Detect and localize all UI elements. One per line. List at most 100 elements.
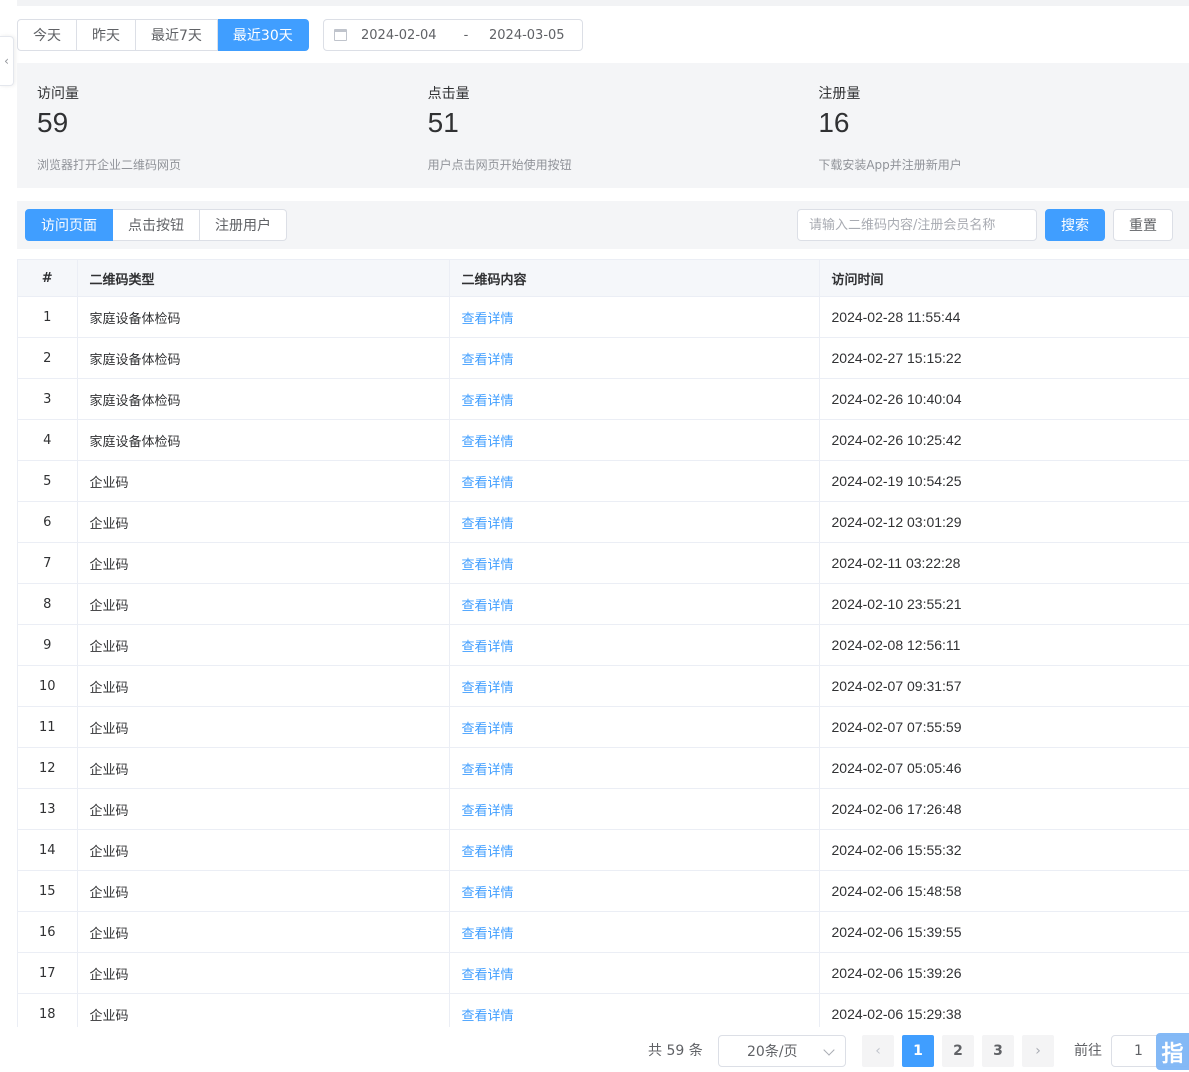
table-row: 18 企业码 查看详情 2024-02-06 15:29:38 [18,993,1189,1027]
cell-qr-type: 企业码 [77,829,450,871]
view-details-link[interactable]: 查看详情 [449,501,820,543]
cell-visit-time: 2024-02-06 15:29:38 [819,993,1189,1027]
table-row: 8 企业码 查看详情 2024-02-10 23:55:21 [18,583,1189,625]
cell-qr-type: 企业码 [77,542,450,584]
cell-qr-type: 企业码 [77,460,450,502]
cell-visit-time: 2024-02-27 15:15:22 [819,337,1189,379]
range-end-date[interactable]: 2024-03-05 [489,28,569,43]
cell-visit-time: 2024-02-06 15:39:55 [819,911,1189,953]
table-row: 9 企业码 查看详情 2024-02-08 12:56:11 [18,624,1189,666]
tab-registered-users[interactable]: 注册用户 [200,209,287,241]
cell-qr-type: 家庭设备体检码 [77,378,450,420]
range-start-date[interactable]: 2024-02-04 [361,28,451,43]
view-details-link[interactable]: 查看详情 [449,624,820,666]
tab-visit-page[interactable]: 访问页面 [25,209,113,241]
cell-visit-time: 2024-02-07 09:31:57 [819,665,1189,707]
view-details-link[interactable]: 查看详情 [449,665,820,707]
cell-qr-type: 企业码 [77,706,450,748]
cell-visit-time: 2024-02-08 12:56:11 [819,624,1189,666]
cell-visit-time: 2024-02-19 10:54:25 [819,460,1189,502]
table-row: 11 企业码 查看详情 2024-02-07 07:55:59 [18,706,1189,748]
table-row: 6 企业码 查看详情 2024-02-12 03:01:29 [18,501,1189,543]
table-row: 14 企业码 查看详情 2024-02-06 15:55:32 [18,829,1189,871]
prev-page-button[interactable]: ‹ [862,1035,894,1067]
view-details-link[interactable]: 查看详情 [449,337,820,379]
table-row: 2 家庭设备体检码 查看详情 2024-02-27 15:15:22 [18,337,1189,379]
cell-index: 16 [18,911,78,953]
chevron-down-icon [823,1044,835,1056]
cell-visit-time: 2024-02-26 10:40:04 [819,378,1189,420]
view-details-link[interactable]: 查看详情 [449,993,820,1027]
stat-description: 用户点击网页开始使用按钮 [427,158,572,172]
stat-registrations: 注册量 16 下载安装App并注册新用户 [798,63,1189,188]
cell-visit-time: 2024-02-06 15:48:58 [819,870,1189,912]
cell-index: 3 [18,378,78,420]
view-details-link[interactable]: 查看详情 [449,419,820,461]
chevron-left-icon: ‹ [4,54,9,68]
view-details-link[interactable]: 查看详情 [449,378,820,420]
cell-qr-type: 企业码 [77,501,450,543]
view-details-link[interactable]: 查看详情 [449,706,820,748]
view-details-link[interactable]: 查看详情 [449,747,820,789]
top-divider [17,0,1189,6]
cell-visit-time: 2024-02-26 10:25:42 [819,419,1189,461]
sidebar-collapse-toggle[interactable]: ‹ [0,36,14,86]
table-row: 5 企业码 查看详情 2024-02-19 10:54:25 [18,460,1189,502]
cell-index: 2 [18,337,78,379]
cell-qr-type: 企业码 [77,911,450,953]
tab-click-button[interactable]: 点击按钮 [113,209,200,241]
table-row: 4 家庭设备体检码 查看详情 2024-02-26 10:25:42 [18,419,1189,461]
reset-button[interactable]: 重置 [1113,209,1173,241]
date-quick-filter: 今天 昨天 最近7天 最近30天 [17,19,309,51]
page-button-2[interactable]: 2 [942,1035,974,1067]
cell-qr-type: 企业码 [77,624,450,666]
date-btn-last-7-days[interactable]: 最近7天 [136,19,218,51]
column-header-type: 二维码类型 [77,259,450,297]
cell-index: 10 [18,665,78,707]
view-details-link[interactable]: 查看详情 [449,952,820,994]
table-row: 10 企业码 查看详情 2024-02-07 09:31:57 [18,665,1189,707]
range-separator: - [463,27,469,43]
cell-visit-time: 2024-02-06 17:26:48 [819,788,1189,830]
view-details-link[interactable]: 查看详情 [449,788,820,830]
date-range-picker[interactable]: 2024-02-04 - 2024-03-05 [323,19,583,51]
page-size-select[interactable]: 20条/页 [718,1035,846,1067]
cell-qr-type: 企业码 [77,788,450,830]
date-btn-last-30-days[interactable]: 最近30天 [217,19,309,51]
view-details-link[interactable]: 查看详情 [449,870,820,912]
table-row: 3 家庭设备体检码 查看详情 2024-02-26 10:40:04 [18,378,1189,420]
stat-description: 浏览器打开企业二维码网页 [37,158,182,172]
date-btn-today[interactable]: 今天 [17,19,77,51]
view-details-link[interactable]: 查看详情 [449,296,820,338]
table-row: 7 企业码 查看详情 2024-02-11 03:22:28 [18,542,1189,584]
next-page-button[interactable]: › [1022,1035,1054,1067]
cell-index: 11 [18,706,78,748]
cell-index: 18 [18,993,78,1027]
cell-qr-type: 企业码 [77,952,450,994]
search-input[interactable] [797,209,1037,241]
view-details-link[interactable]: 查看详情 [449,829,820,871]
page-size-value: 20条/页 [747,1044,798,1060]
view-details-link[interactable]: 查看详情 [449,460,820,502]
page-button-1[interactable]: 1 [902,1035,934,1067]
calendar-icon [334,29,347,41]
view-details-link[interactable]: 查看详情 [449,542,820,584]
total-count: 共 59 条 [648,1043,703,1059]
floating-assistant-badge[interactable]: 指 [1156,1033,1189,1070]
chevron-right-icon: › [1035,1043,1041,1059]
page-button-3[interactable]: 3 [982,1035,1014,1067]
view-details-link[interactable]: 查看详情 [449,583,820,625]
cell-index: 6 [18,501,78,543]
cell-index: 17 [18,952,78,994]
date-btn-yesterday[interactable]: 昨天 [77,19,136,51]
chevron-left-icon: ‹ [875,1043,881,1059]
search-button[interactable]: 搜索 [1045,209,1105,241]
view-details-link[interactable]: 查看详情 [449,911,820,953]
cell-visit-time: 2024-02-06 15:39:26 [819,952,1189,994]
cell-index: 9 [18,624,78,666]
cell-qr-type: 企业码 [77,747,450,789]
cell-visit-time: 2024-02-11 03:22:28 [819,542,1189,584]
cell-index: 4 [18,419,78,461]
cell-visit-time: 2024-02-12 03:01:29 [819,501,1189,543]
table-header-row: # 二维码类型 二维码内容 访问时间 [18,259,1189,297]
